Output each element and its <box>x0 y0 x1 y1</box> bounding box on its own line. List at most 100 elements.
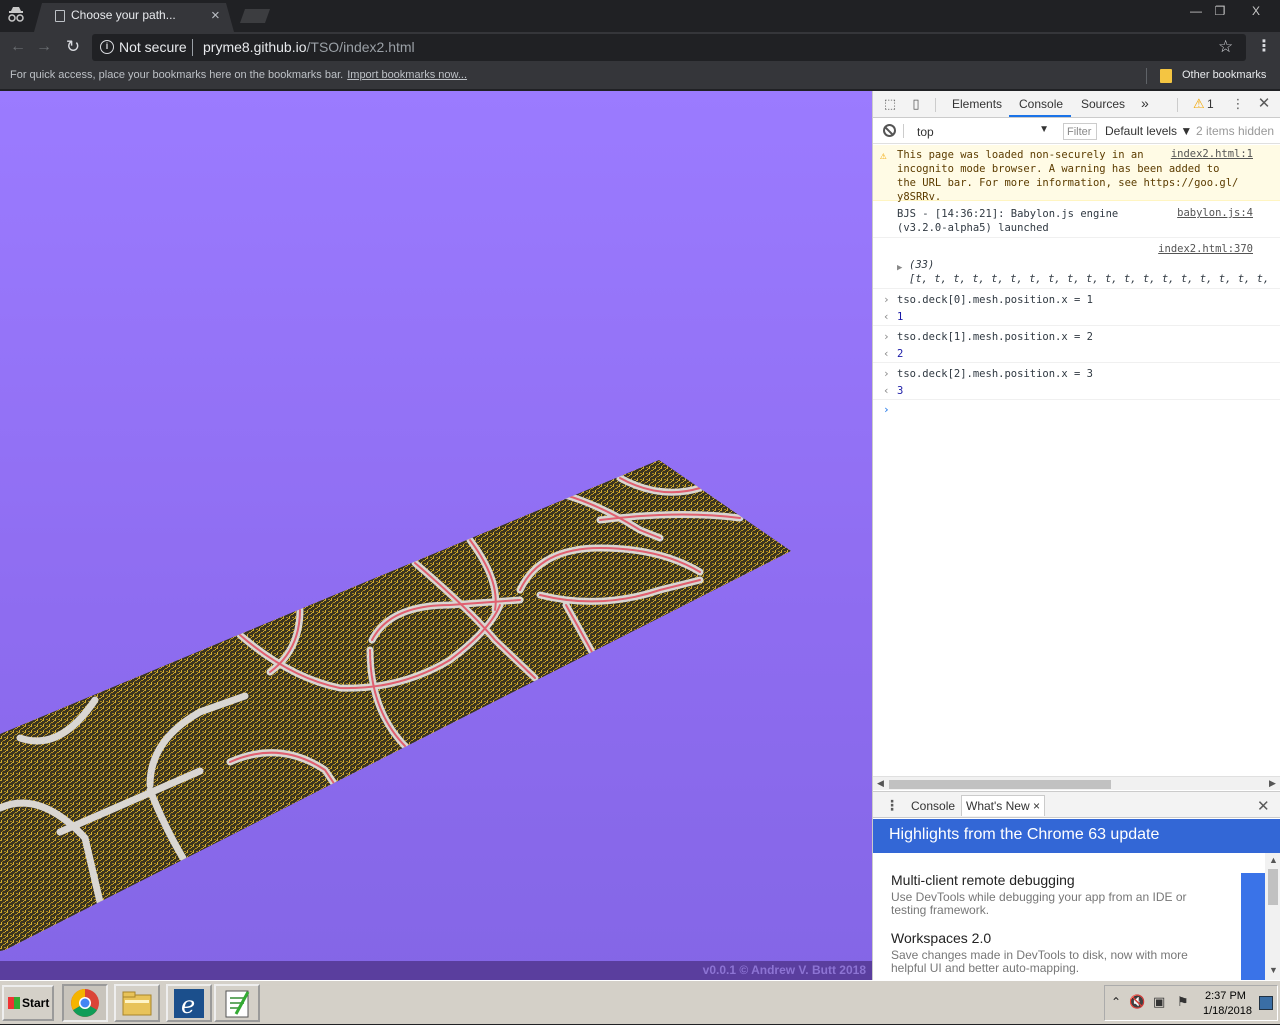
source-link[interactable]: index2.html:370 <box>1158 243 1253 255</box>
active-tab-indicator <box>1009 115 1071 117</box>
divider <box>903 124 904 138</box>
track-board-scene <box>0 460 791 951</box>
board-surface <box>0 460 791 951</box>
incognito-icon <box>8 7 24 22</box>
clock-time[interactable]: 2:37 PM <box>1205 990 1246 1002</box>
drawer-tab-console[interactable]: Console <box>911 799 955 813</box>
action-center-flag-icon[interactable]: ⚑ <box>1177 994 1193 1010</box>
source-link[interactable]: babylon.js:4 <box>1177 207 1253 219</box>
tab-console[interactable]: Console <box>1019 97 1063 111</box>
console-prompt[interactable]: › <box>873 401 1280 421</box>
new-tab-button[interactable] <box>240 9 270 23</box>
source-link[interactable]: index2.html:1 <box>1171 148 1253 160</box>
command-text: tso.deck[2].mesh.position.x = 3 <box>897 368 1093 380</box>
other-bookmarks[interactable]: Other bookmarks <box>1182 69 1266 81</box>
forward-arrow-icon[interactable]: → <box>34 37 54 57</box>
notepad-icon <box>225 990 250 1018</box>
devtools-tabbar: ⬚ ▯ Elements Console Sources » ⚠ 1 ⋮ ✕ <box>873 91 1280 118</box>
url-text[interactable]: pryme8.github.io/TSO/index2.html <box>203 39 415 55</box>
chrome-icon <box>71 989 99 1017</box>
page-footer: v0.0.1 © Andrew V. Butt 2018 <box>0 961 872 980</box>
show-hidden-icons-icon[interactable]: ⌃ <box>1111 995 1121 1009</box>
log-levels-select[interactable]: Default levels ▼ <box>1105 124 1192 138</box>
clear-console-icon[interactable] <box>883 124 896 137</box>
svg-text:e: e <box>181 991 195 1019</box>
result-chevron-icon: ‹ <box>883 310 890 323</box>
tab-title: Choose your path... <box>71 8 176 22</box>
taskbar-notepad-plus[interactable] <box>214 984 260 1022</box>
bookmark-star-icon[interactable]: ☆ <box>1218 37 1233 57</box>
more-tabs-icon[interactable]: » <box>1141 95 1149 111</box>
command-text: tso.deck[0].mesh.position.x = 1 <box>897 294 1093 306</box>
command-result: 2 <box>897 348 904 360</box>
command-result: 3 <box>897 385 904 397</box>
show-desktop-icon[interactable] <box>1259 996 1273 1010</box>
clock-date[interactable]: 1/18/2018 <box>1203 1005 1252 1017</box>
internet-explorer-icon: e <box>174 989 204 1019</box>
warning-icon[interactable]: ⚠ <box>1193 96 1205 112</box>
inspect-element-icon[interactable]: ⬚ <box>883 97 897 111</box>
start-button[interactable]: Start <box>2 985 54 1021</box>
drawer-menu-icon[interactable]: ⋮ <box>885 797 899 814</box>
horizontal-scrollbar[interactable]: ◀ ▶ <box>873 776 1280 790</box>
console-command: › tso.deck[1].mesh.position.x = 2 ‹ 2 <box>873 327 1280 363</box>
taskbar-chrome[interactable] <box>62 984 108 1022</box>
window-maximize-button[interactable]: ❐ <box>1208 2 1232 20</box>
folder-icon <box>122 991 152 1016</box>
folder-icon[interactable] <box>1160 69 1172 83</box>
warning-count[interactable]: 1 <box>1207 97 1214 111</box>
scroll-up-icon[interactable]: ▲ <box>1269 855 1278 865</box>
windows-logo-icon <box>8 997 20 1009</box>
console-output[interactable]: ⚠ This page was loaded non-securely in a… <box>873 145 1280 777</box>
console-log-message: BJS - [14:36:21]: Babylon.js engine (v3.… <box>873 202 1280 238</box>
input-chevron-icon: › <box>883 330 890 343</box>
taskbar-internet-explorer[interactable]: e <box>166 984 212 1022</box>
vertical-scrollbar[interactable]: ▲ ▼ <box>1265 853 1280 980</box>
devtools-menu-icon[interactable]: ⋮ <box>1231 97 1245 111</box>
import-bookmarks-link[interactable]: Import bookmarks now... <box>347 69 467 81</box>
array-preview[interactable]: (33) [t, t, t, t, t, t, t, t, t, t, t, t… <box>909 258 1269 286</box>
dropdown-arrow-icon: ▼ <box>1039 124 1049 135</box>
tab-elements[interactable]: Elements <box>952 97 1002 111</box>
taskbar-file-explorer[interactable] <box>114 984 160 1022</box>
divider <box>935 98 936 112</box>
scroll-down-icon[interactable]: ▼ <box>1269 965 1278 975</box>
volume-muted-icon[interactable]: 🔇 <box>1129 994 1145 1010</box>
tab-sources[interactable]: Sources <box>1081 97 1125 111</box>
feature-image <box>1241 873 1265 980</box>
network-icon[interactable]: ▣ <box>1153 994 1169 1010</box>
reload-icon[interactable]: ↻ <box>63 37 83 57</box>
drawer-tab-whats-new[interactable]: What's New × <box>961 795 1045 816</box>
feature-title: Workspaces 2.0 <box>891 930 992 946</box>
devtools-close-icon[interactable]: ✕ <box>1257 96 1271 111</box>
taskbar: Start e ⌃ 🔇 ▣ ⚑ 2:37 PM 1/18/2018 <box>0 980 1280 1024</box>
result-chevron-icon: ‹ <box>883 384 890 397</box>
command-text: tso.deck[1].mesh.position.x = 2 <box>897 331 1093 343</box>
filter-input[interactable]: Filter <box>1063 123 1097 140</box>
scrollbar-thumb[interactable] <box>889 780 1111 789</box>
device-toolbar-icon[interactable]: ▯ <box>909 97 923 111</box>
context-select[interactable]: top ▼ <box>909 122 1051 141</box>
whats-new-content: Multi-client remote debugging Use DevToo… <box>873 853 1280 980</box>
url-host: pryme8.github.io <box>203 39 307 55</box>
info-icon[interactable]: i <box>100 40 114 54</box>
window-minimize-button[interactable]: — <box>1184 2 1208 20</box>
bookmarks-hint-text: For quick access, place your bookmarks h… <box>10 69 344 81</box>
back-arrow-icon[interactable]: ← <box>8 37 28 57</box>
scrollbar-thumb[interactable] <box>1268 869 1278 905</box>
browser-menu-icon[interactable]: ⋮ <box>1256 36 1272 56</box>
scroll-right-icon[interactable]: ▶ <box>1269 778 1276 789</box>
address-bar[interactable]: i Not secure pryme8.github.io/TSO/index2… <box>92 34 1246 61</box>
console-filter-bar: top ▼ Filter Default levels ▼ 2 items hi… <box>873 119 1280 144</box>
expand-arrow-icon[interactable]: ▶ <box>897 263 902 273</box>
tab-close-icon[interactable]: × <box>211 7 220 24</box>
result-chevron-icon: ‹ <box>883 347 890 360</box>
drawer-close-icon[interactable]: ✕ <box>1257 797 1270 815</box>
bookmarks-hint: For quick access, place your bookmarks h… <box>10 69 467 81</box>
warning-icon: ⚠ <box>880 149 887 162</box>
scroll-left-icon[interactable]: ◀ <box>877 778 884 789</box>
render-canvas[interactable]: v0.0.1 © Andrew V. Butt 2018 <box>0 91 872 980</box>
input-chevron-icon: › <box>883 293 890 306</box>
not-secure-label[interactable]: Not secure <box>119 39 187 55</box>
window-close-button[interactable]: X <box>1234 2 1278 20</box>
